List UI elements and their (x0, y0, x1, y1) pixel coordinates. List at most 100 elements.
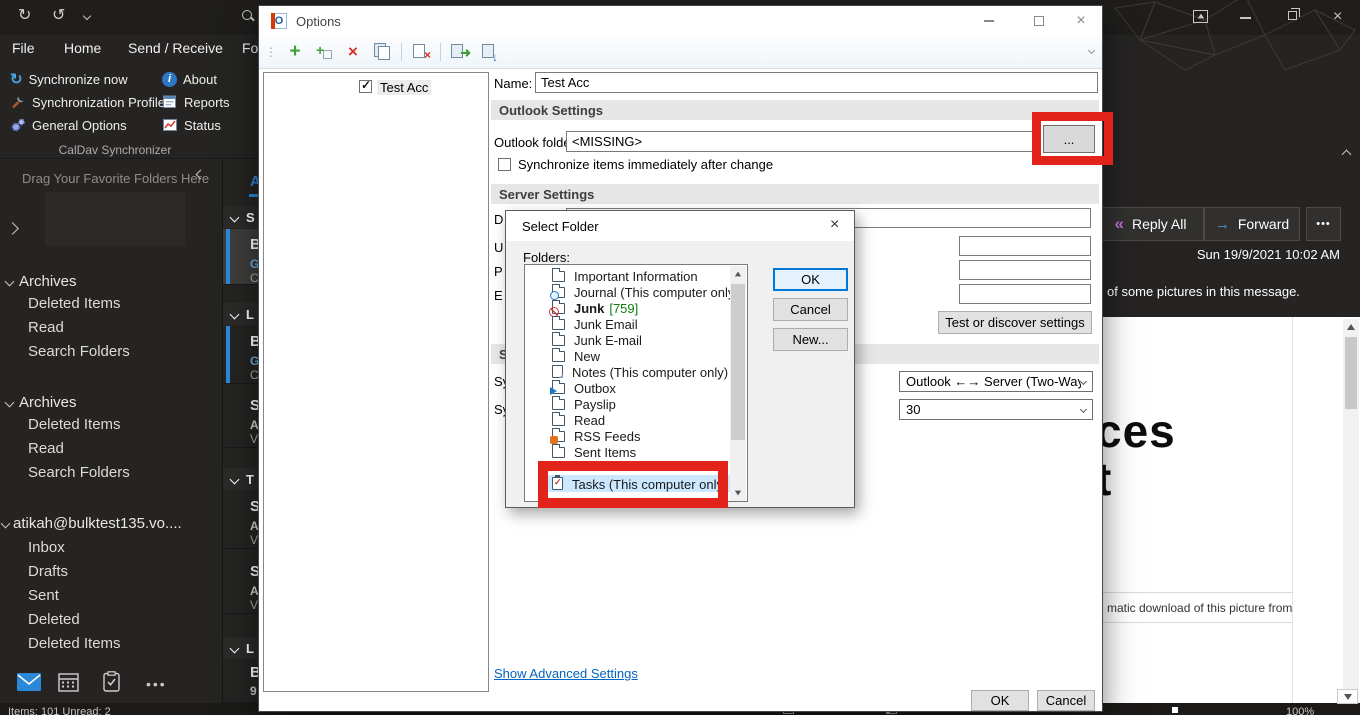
name-input[interactable]: Test Acc (535, 72, 1098, 93)
folder-row[interactable]: Notes (This computer only) (526, 364, 728, 380)
folder-item-deleted-items[interactable]: Deleted Items (28, 635, 121, 652)
folder-row[interactable]: Sent Items (526, 444, 636, 460)
folder-item-inbox[interactable]: Inbox (28, 539, 65, 556)
send-receive-icon[interactable]: ↻ (18, 8, 31, 24)
zoom-slider-handle[interactable] (1172, 707, 1178, 713)
folder-row[interactable]: Journal (This computer only) (526, 284, 739, 300)
more-actions-button[interactable]: ••• (1306, 207, 1341, 241)
tab-file[interactable]: File (12, 40, 35, 56)
dialog-close-button[interactable]: × (830, 216, 839, 234)
profile-checkbox[interactable] (359, 80, 372, 93)
message-row[interactable]: SAV (223, 491, 260, 549)
tab-folder[interactable]: Fo (242, 40, 258, 56)
select-folder-titlebar[interactable]: Select Folder × (506, 211, 854, 241)
folder-group-archives-2[interactable]: Archives (6, 392, 77, 412)
message-group-header[interactable]: L (223, 303, 260, 325)
scrollbar-thumb[interactable] (1345, 337, 1357, 409)
ribbon-general-options[interactable]: General Options (10, 115, 127, 135)
forward-button[interactable]: → Forward (1204, 207, 1300, 241)
sync-interval-dropdown[interactable]: 30 (899, 399, 1093, 420)
profile-tree-item[interactable]: Test Acc (377, 80, 431, 95)
scrollbar-thumb[interactable] (731, 284, 745, 440)
tab-send-receive[interactable]: Send / Receive (128, 40, 223, 56)
sync-immediately-checkbox[interactable] (498, 158, 511, 171)
message-row[interactable]: SAV (223, 556, 260, 614)
reading-pane-scrollbar[interactable] (1343, 319, 1359, 703)
folder-row[interactable]: Payslip (526, 396, 616, 412)
folder-group-account[interactable]: atikah@bulktest135.vo.... (2, 513, 182, 533)
scroll-down-button[interactable] (1337, 689, 1358, 704)
undo-icon[interactable]: ↺ (52, 8, 65, 24)
message-row[interactable]: BGC (223, 229, 260, 285)
select-folder-ok-button[interactable]: OK (773, 268, 848, 291)
folder-group-archives-1[interactable]: Archives (6, 271, 77, 291)
folder-item-deleted[interactable]: Deleted (28, 611, 80, 628)
scroll-down-button[interactable] (730, 485, 746, 501)
export-profiles-button[interactable]: ➜ (450, 42, 470, 62)
message-group-header[interactable]: S (223, 206, 260, 228)
folder-item-sent[interactable]: Sent (28, 587, 59, 604)
folder-row[interactable]: Outbox (526, 380, 616, 396)
profiles-tree[interactable]: Test Acc (263, 72, 489, 692)
ribbon-synchronization-profiles[interactable]: Synchronization Profiles (10, 92, 171, 112)
folder-item-deleted-items[interactable]: Deleted Items (28, 416, 121, 433)
expand-rail-icon[interactable] (6, 222, 19, 235)
message-group-header[interactable]: T (223, 468, 260, 490)
select-folder-cancel-button[interactable]: Cancel (773, 298, 848, 321)
tasks-nav-icon[interactable] (103, 671, 120, 692)
outlook-folder-input[interactable]: <MISSING> (566, 131, 1034, 152)
show-advanced-settings-link[interactable]: Show Advanced Settings (494, 666, 638, 681)
dialog-maximize-button[interactable] (1022, 8, 1056, 34)
folder-row[interactable]: New (526, 348, 600, 364)
favorites-drop-zone[interactable] (45, 192, 185, 246)
calendar-nav-icon[interactable] (58, 672, 79, 692)
message-row[interactable]: SAV (223, 390, 260, 448)
add-profile-button[interactable]: + (285, 42, 305, 62)
scroll-up-icon[interactable] (1347, 324, 1355, 330)
reply-all-button[interactable]: « Reply All (1097, 207, 1204, 241)
copy-profile-button[interactable] (372, 42, 392, 62)
scroll-up-button[interactable] (730, 266, 746, 282)
message-row[interactable]: BGC (223, 326, 260, 384)
import-profiles-button[interactable]: ↓ (479, 42, 499, 62)
select-folder-new-button[interactable]: New... (773, 328, 848, 351)
folder-row[interactable]: Important Information (526, 268, 698, 284)
sync-mode-dropdown[interactable]: Outlook ←→ Server (Two-Way) (899, 371, 1093, 392)
message-group-header[interactable]: L (223, 637, 260, 659)
ribbon-synchronize-now[interactable]: ↻ Synchronize now (10, 69, 128, 89)
more-nav-icon[interactable]: ••• (146, 676, 167, 692)
folder-row[interactable]: Read (526, 412, 605, 428)
restore-button[interactable] (1288, 11, 1297, 20)
delete-profile-button[interactable]: × (343, 42, 363, 62)
clear-cache-button[interactable]: × (411, 42, 431, 62)
test-discover-button[interactable]: Test or discover settings (938, 311, 1092, 334)
username-input[interactable] (959, 236, 1091, 256)
password-input[interactable] (959, 260, 1091, 280)
folder-item-read[interactable]: Read (28, 440, 64, 457)
ribbon-display-options-icon[interactable] (1193, 10, 1208, 23)
toolbar-overflow-icon[interactable] (1088, 47, 1095, 54)
zoom-level[interactable]: 100% (1286, 706, 1314, 715)
ribbon-status[interactable]: Status (162, 115, 221, 135)
options-ok-button[interactable]: OK (971, 690, 1029, 711)
folder-item-search-folders[interactable]: Search Folders (28, 343, 130, 360)
close-button[interactable]: × (1333, 8, 1342, 26)
ribbon-about[interactable]: i About (162, 69, 217, 89)
folder-row[interactable]: Junk Email (526, 316, 638, 332)
folder-row[interactable]: Junk E-mail (526, 332, 642, 348)
folder-row[interactable]: Junk[759] (526, 300, 638, 316)
dialog-minimize-button[interactable] (972, 8, 1006, 34)
folder-list-scrollbar[interactable] (730, 266, 746, 502)
options-dialog-titlebar[interactable]: O Options × (259, 6, 1102, 36)
ribbon-reports[interactable]: Reports (162, 92, 230, 112)
tab-home[interactable]: Home (64, 40, 101, 56)
message-row[interactable]: B9 (223, 660, 260, 703)
folder-row[interactable]: RSS Feeds (526, 428, 640, 444)
mail-nav-icon[interactable] (16, 672, 42, 692)
add-multiple-button[interactable]: + (314, 42, 334, 62)
folder-item-deleted-items[interactable]: Deleted Items (28, 295, 121, 312)
email-input[interactable] (959, 284, 1091, 304)
folder-item-read[interactable]: Read (28, 319, 64, 336)
dialog-close-button[interactable]: × (1064, 8, 1098, 34)
minimize-button[interactable] (1240, 17, 1251, 19)
